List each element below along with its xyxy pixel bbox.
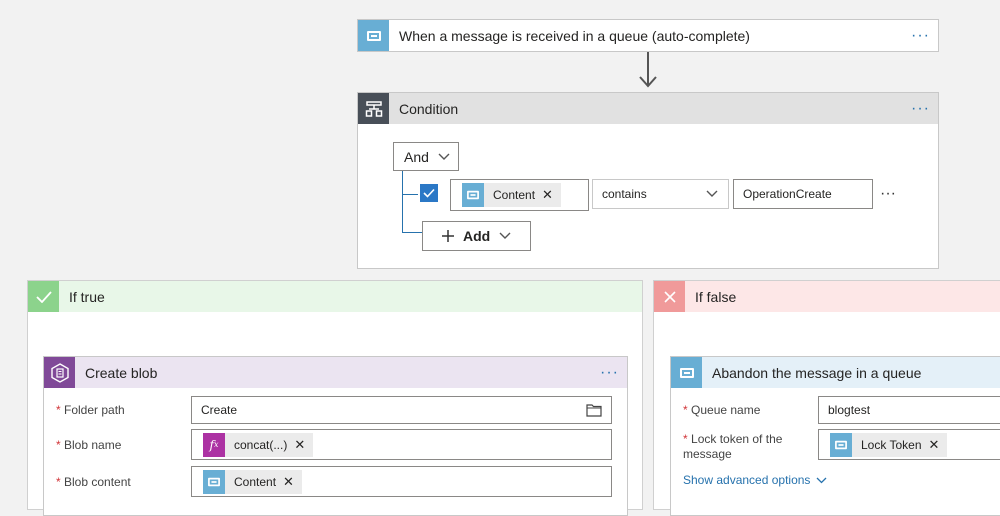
queue-icon: [462, 183, 484, 207]
condition-operator-label: contains: [602, 187, 647, 201]
chevron-down-icon: [816, 477, 827, 483]
add-label: Add: [463, 228, 491, 244]
queue-icon: [358, 20, 389, 51]
blob-name-input[interactable]: fx concat(...) ✕: [191, 429, 612, 460]
content-token-label: Content: [493, 188, 536, 202]
chevron-down-icon: [438, 153, 450, 160]
lock-token-token[interactable]: Lock Token ✕: [830, 432, 948, 457]
connector-arrowhead-icon: [639, 75, 657, 88]
content-token[interactable]: Content ✕: [462, 183, 561, 207]
condition-value-input[interactable]: OperationCreate: [733, 179, 873, 209]
if-false-branch: If false Abandon the message in a queue …: [653, 280, 1000, 516]
condition-value: OperationCreate: [743, 187, 832, 201]
condition-icon: [358, 93, 389, 124]
trigger-card[interactable]: When a message is received in a queue (a…: [357, 19, 939, 52]
show-advanced-options-link[interactable]: Show advanced options: [683, 473, 827, 487]
blob-content-label: * Blob content: [56, 475, 131, 489]
remove-token-icon[interactable]: ✕: [929, 437, 940, 453]
queue-name-input[interactable]: blogtest: [818, 396, 1000, 424]
chevron-down-icon: [499, 232, 511, 239]
plus-icon: [442, 230, 454, 242]
content-token-label: Content: [234, 474, 277, 489]
concat-token-label: concat(...): [234, 437, 288, 452]
if-false-header[interactable]: If false: [654, 281, 1000, 312]
tree-branch-1: [402, 194, 418, 195]
remove-token-icon[interactable]: ✕: [283, 474, 294, 490]
lock-token-label-text: Lock Token: [861, 437, 922, 452]
tree-line: [402, 171, 403, 233]
blob-storage-icon: [44, 357, 75, 388]
condition-more-button[interactable]: ···: [911, 100, 930, 117]
if-true-title: If true: [69, 288, 105, 305]
lock-token-label: * Lock token of the message: [683, 432, 783, 461]
remove-token-icon[interactable]: ✕: [542, 187, 553, 203]
lock-token-input[interactable]: Lock Token ✕: [818, 429, 1000, 460]
row-checkbox[interactable]: [420, 184, 438, 202]
queue-icon: [671, 357, 702, 388]
content-token[interactable]: Content ✕: [203, 469, 302, 494]
condition-operator-dropdown[interactable]: contains: [592, 179, 729, 209]
add-button[interactable]: Add: [422, 221, 531, 251]
folder-path-label: * Folder path: [56, 403, 125, 417]
if-true-header[interactable]: If true: [28, 281, 642, 312]
abandon-message-card[interactable]: Abandon the message in a queue * Queue n…: [670, 356, 1000, 516]
group-operator-label: And: [404, 148, 429, 165]
queue-name-label: * Queue name: [683, 403, 761, 417]
create-blob-title: Create blob: [85, 364, 158, 381]
trigger-title: When a message is received in a queue (a…: [399, 27, 750, 44]
queue-name-value: blogtest: [828, 403, 871, 417]
folder-icon[interactable]: [586, 403, 602, 417]
trigger-more-button[interactable]: ···: [911, 27, 930, 44]
abandon-title: Abandon the message in a queue: [712, 364, 922, 381]
chevron-down-icon: [706, 190, 718, 197]
row-more-button[interactable]: ···: [880, 185, 896, 203]
condition-title: Condition: [399, 100, 459, 117]
checkmark-icon: [28, 281, 59, 312]
folder-path-value: Create: [201, 403, 238, 417]
remove-token-icon[interactable]: ✕: [294, 437, 305, 453]
group-operator-dropdown[interactable]: And: [393, 142, 459, 171]
blob-name-label: * Blob name: [56, 438, 122, 452]
if-true-branch: If true Create blob ··· * Folder path Cr…: [27, 280, 643, 516]
if-false-title: If false: [695, 288, 737, 305]
folder-path-input[interactable]: Create: [191, 396, 612, 424]
blob-content-input[interactable]: Content ✕: [191, 466, 612, 497]
concat-expression-token[interactable]: fx concat(...) ✕: [203, 432, 314, 457]
show-advanced-label: Show advanced options: [683, 473, 811, 487]
function-icon: fx: [203, 432, 225, 457]
create-blob-card[interactable]: Create blob ··· * Folder path Create * B…: [43, 356, 628, 516]
condition-header[interactable]: Condition ···: [358, 93, 938, 124]
queue-icon: [830, 432, 852, 457]
create-blob-more-button[interactable]: ···: [600, 364, 619, 381]
queue-icon: [203, 469, 225, 494]
condition-card[interactable]: Condition ··· And Content ✕ contains Ope…: [357, 92, 939, 269]
condition-left-operand[interactable]: Content ✕: [450, 179, 589, 211]
close-icon: [654, 281, 685, 312]
checkmark-icon: [423, 188, 435, 198]
tree-branch-2: [402, 232, 422, 233]
